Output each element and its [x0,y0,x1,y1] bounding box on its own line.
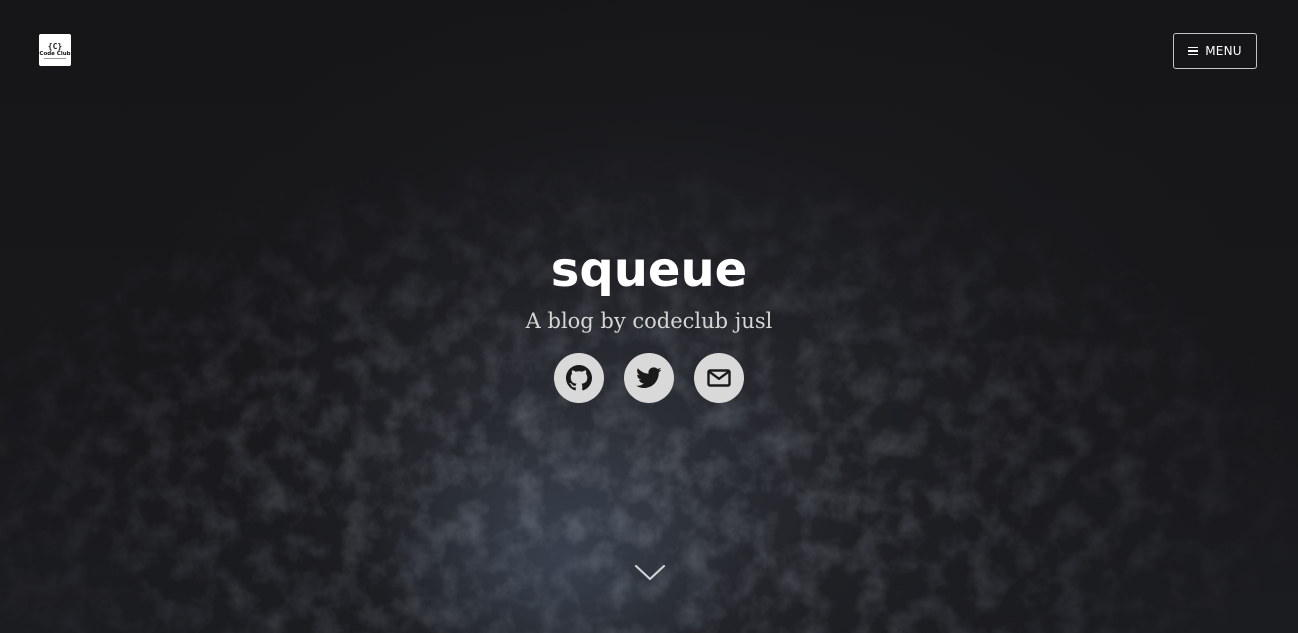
menu-label: MENU [1205,44,1242,58]
mail-icon [707,369,731,387]
github-icon [566,365,592,391]
menu-button[interactable]: MENU [1173,33,1257,69]
hero-section: {C} Code Club MENU squeue A blog by code… [0,0,1298,633]
social-links [554,353,744,403]
logo-underline [44,57,66,59]
site-tagline: A blog by codeclub jusl [525,309,773,333]
github-link[interactable] [554,353,604,403]
site-title: squeue [550,242,748,298]
email-link[interactable] [694,353,744,403]
hamburger-icon [1188,46,1199,56]
twitter-icon [636,367,662,388]
twitter-link[interactable] [624,353,674,403]
site-logo[interactable]: {C} Code Club [39,34,71,66]
chevron-down-icon[interactable] [634,562,666,584]
code-club-logo-icon: {C} [47,41,63,51]
logo-text: Code Club [39,50,71,57]
